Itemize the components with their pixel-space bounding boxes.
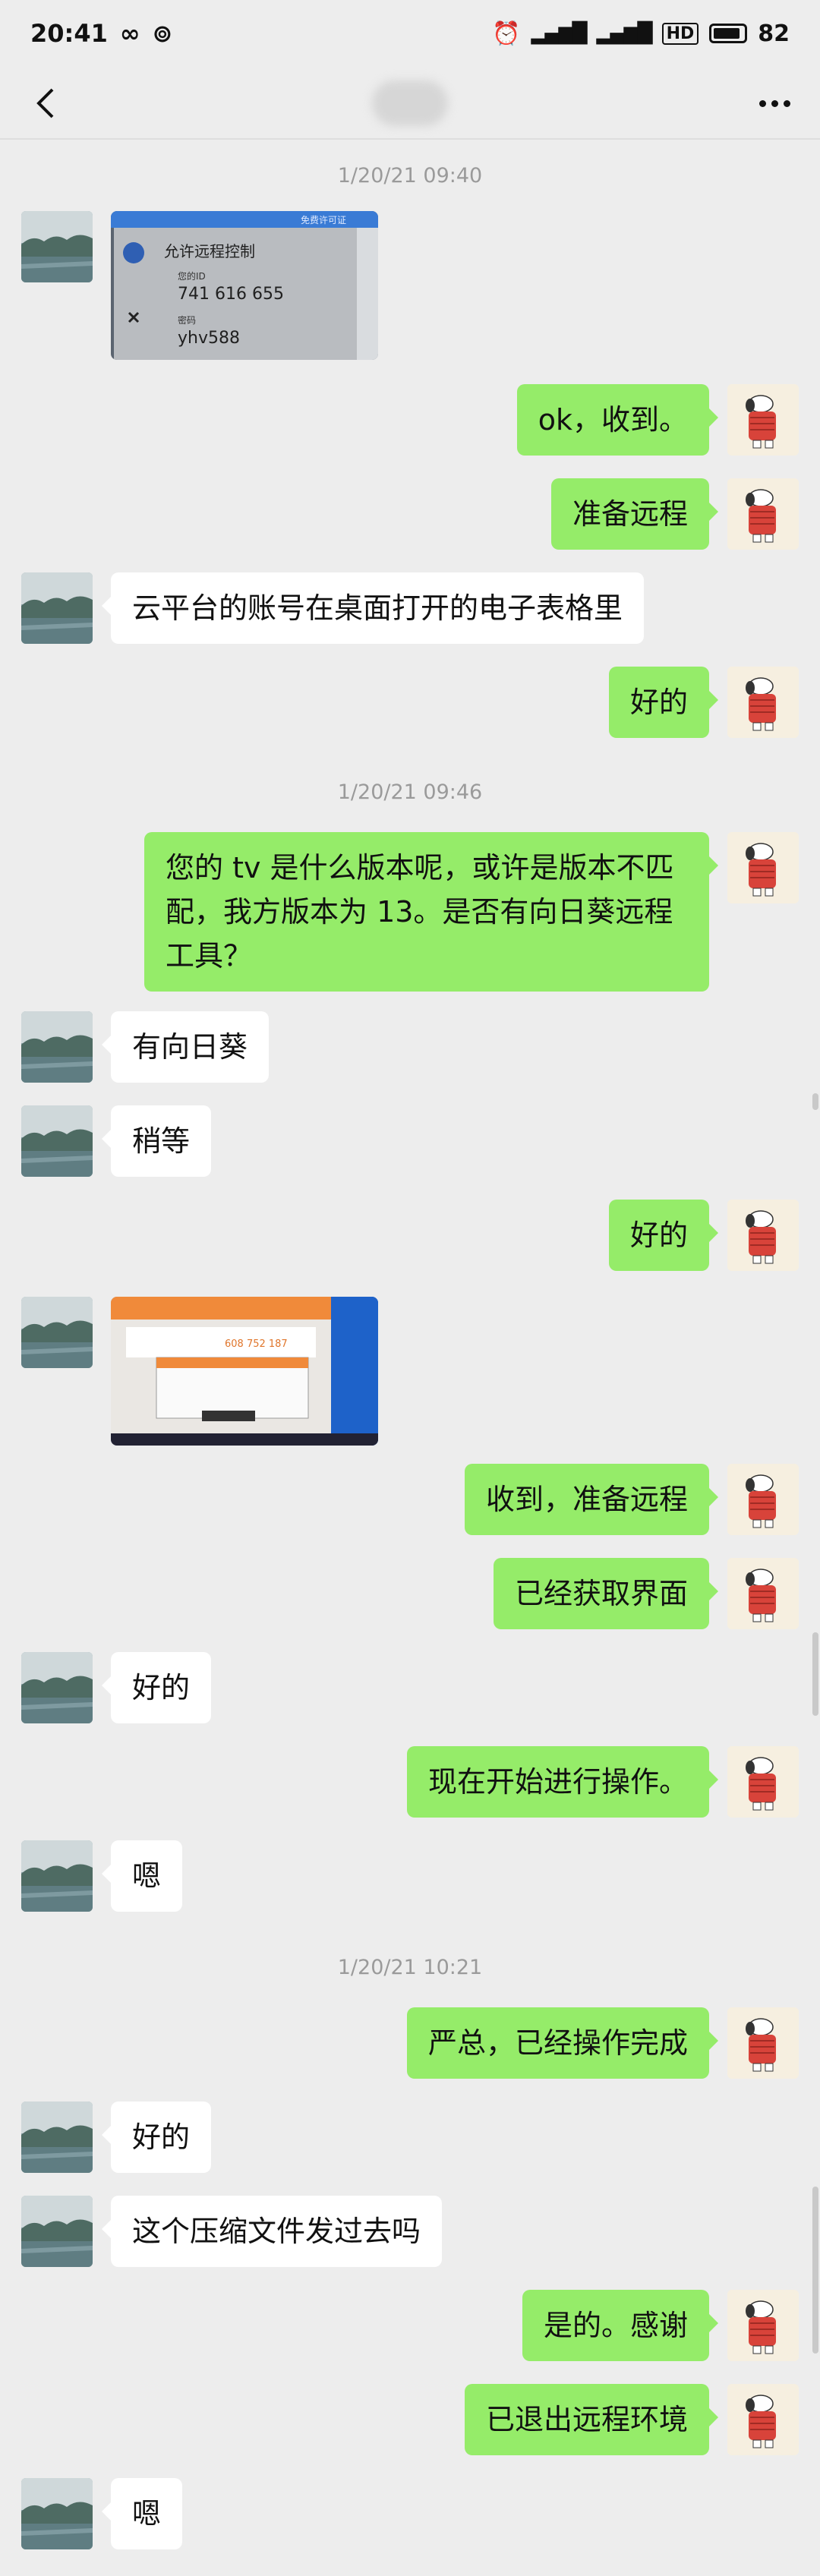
- battery-icon: [709, 24, 748, 43]
- avatar[interactable]: [21, 1840, 93, 1912]
- message-bubble[interactable]: 现在开始进行操作。: [406, 1746, 719, 1818]
- image-caption-code: 608 752 187: [225, 1338, 288, 1350]
- message-bubble[interactable]: 收到，准备远程: [464, 1464, 719, 1535]
- message-bubble[interactable]: 准备远程: [550, 478, 719, 550]
- timestamp: 1/20/21 09:46: [337, 780, 483, 804]
- message-bubble[interactable]: 有向日葵: [101, 1011, 270, 1083]
- status-time: 20:41: [30, 19, 108, 48]
- chat-area[interactable]: 1/20/21 09:40 免费许可证 允许远程控制 您的ID 741 616 …: [0, 141, 820, 2576]
- message-bubble[interactable]: 嗯: [101, 2478, 183, 2549]
- more-horizontal-icon[interactable]: [752, 80, 797, 126]
- avatar[interactable]: [727, 1464, 799, 1535]
- avatar[interactable]: [727, 2384, 799, 2455]
- battery-level: 82: [758, 20, 790, 47]
- avatar[interactable]: [727, 1746, 799, 1818]
- image-caption-title: 允许远程控制: [164, 242, 255, 260]
- avatar[interactable]: [21, 211, 93, 282]
- status-bar: 20:41 ∞ ⊚ ⏰ ▂▄▆█ ▂▄▆█ HD 82: [0, 0, 820, 67]
- image-caption-id-label: 您的ID: [178, 270, 206, 282]
- avatar[interactable]: [21, 1105, 93, 1177]
- image-caption-pw-value: yhv588: [178, 329, 240, 348]
- message-bubble[interactable]: 已经获取界面: [493, 1558, 719, 1629]
- signal-icon-2: ▂▄▆█: [596, 22, 653, 45]
- message-bubble[interactable]: 稍等: [101, 1105, 212, 1177]
- avatar[interactable]: [21, 572, 93, 644]
- image-caption-id-value: 741 616 655: [178, 285, 284, 304]
- avatar[interactable]: [727, 1558, 799, 1629]
- avatar[interactable]: [727, 384, 799, 456]
- image-caption-header: 免费许可证: [301, 214, 346, 225]
- avatar[interactable]: [21, 1011, 93, 1083]
- timestamp: 1/20/21 09:40: [337, 164, 483, 188]
- image-message[interactable]: 免费许可证 允许远程控制 您的ID 741 616 655 密码 yhv588: [111, 211, 378, 360]
- avatar[interactable]: [727, 667, 799, 738]
- avatar[interactable]: [727, 2007, 799, 2079]
- infinity-icon: ∞: [119, 19, 140, 48]
- message-bubble[interactable]: ok，收到。: [516, 384, 719, 456]
- message-bubble[interactable]: 已退出远程环境: [464, 2384, 719, 2455]
- avatar[interactable]: [21, 2101, 93, 2173]
- avatar[interactable]: [21, 2196, 93, 2267]
- nav-bar: [0, 67, 820, 140]
- message-bubble[interactable]: 云平台的账号在桌面打开的电子表格里: [101, 572, 645, 644]
- message-bubble[interactable]: 好的: [608, 1200, 719, 1271]
- message-bubble[interactable]: 是的。感谢: [522, 2290, 719, 2361]
- hotspot-icon: ⊚: [152, 19, 173, 48]
- message-bubble[interactable]: 您的 tv 是什么版本呢，或许是版本不匹配，我方版本为 13。是否有向日葵远程工…: [144, 832, 718, 992]
- message-bubble[interactable]: 这个压缩文件发过去吗: [101, 2196, 443, 2267]
- message-bubble[interactable]: 严总，已经操作完成: [406, 2007, 719, 2079]
- message-bubble[interactable]: 好的: [101, 2101, 212, 2173]
- avatar[interactable]: [727, 2290, 799, 2361]
- wifi-icon: HD: [661, 22, 699, 45]
- alarm-icon: ⏰: [492, 20, 521, 47]
- chevron-left-icon[interactable]: [23, 80, 68, 126]
- scrollbar[interactable]: [812, 1093, 818, 1110]
- scrollbar-thumb-2[interactable]: [812, 2187, 818, 2354]
- image-caption-pw-label: 密码: [178, 314, 196, 326]
- image-message[interactable]: 608 752 187: [111, 1297, 378, 1446]
- signal-icon: ▂▄▆█: [531, 22, 588, 45]
- avatar[interactable]: [21, 1297, 93, 1368]
- message-bubble[interactable]: 好的: [101, 1652, 212, 1723]
- message-bubble[interactable]: 好的: [608, 667, 719, 738]
- chat-title-blurred: [372, 80, 448, 126]
- scrollbar-thumb[interactable]: [812, 1632, 818, 1716]
- avatar[interactable]: [727, 832, 799, 903]
- avatar[interactable]: [727, 1200, 799, 1271]
- avatar[interactable]: [21, 1652, 93, 1723]
- timestamp: 1/20/21 10:21: [337, 1956, 483, 1979]
- message-bubble[interactable]: 嗯: [101, 1840, 183, 1912]
- avatar[interactable]: [727, 478, 799, 550]
- avatar[interactable]: [21, 2478, 93, 2549]
